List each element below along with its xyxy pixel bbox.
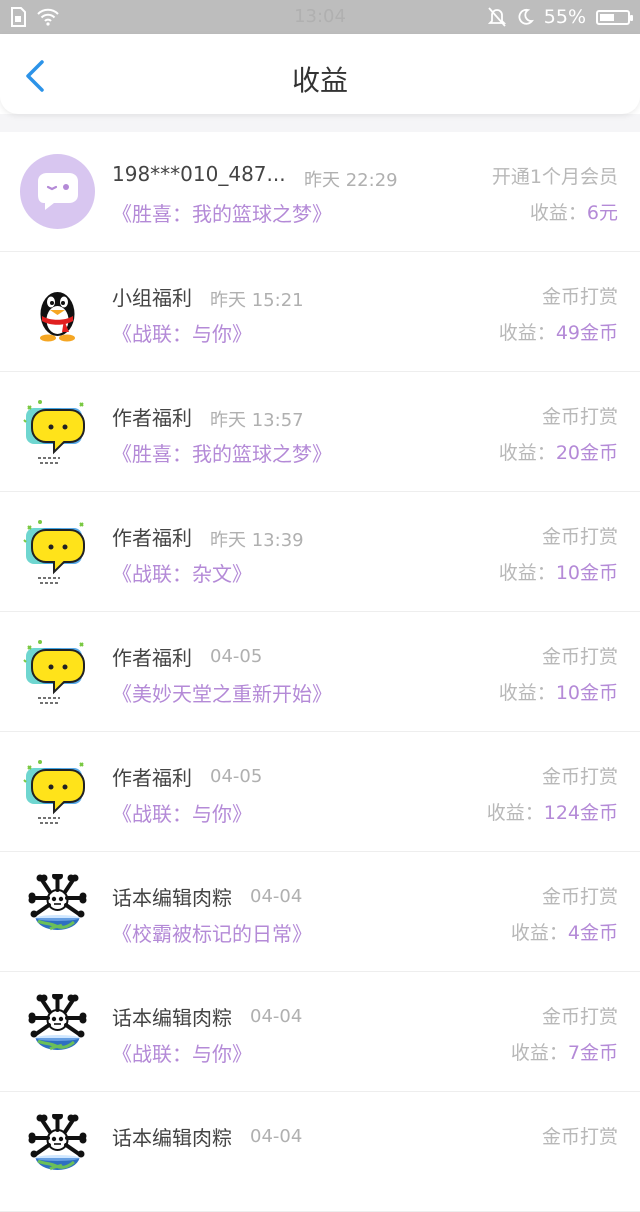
sender-name: 作者福利: [112, 526, 192, 550]
book-title-link[interactable]: 《胜喜：我的篮球之梦》: [112, 198, 332, 227]
item-time: 昨天 15:21: [210, 290, 304, 311]
status-right-icons: 55%: [487, 6, 633, 28]
earning-type: 金币打赏: [541, 646, 618, 668]
earning-label: 收益：: [498, 562, 556, 584]
book-title-link[interactable]: 《战联：杂文》: [112, 558, 252, 587]
earning-label: 收益：: [498, 682, 556, 704]
earning-amount: 收益：7金币: [511, 1038, 618, 1065]
earning-label: 收益：: [510, 922, 568, 944]
book-title-link[interactable]: 《美妙天堂之重新开始》: [112, 678, 332, 707]
list-item[interactable]: 作者福利 昨天 13:57 《胜喜：我的篮球之梦》 金币打赏收益：20金币: [0, 372, 640, 492]
mute-bell-icon: [487, 7, 506, 27]
earning-value: 20金币: [555, 442, 618, 464]
list-item[interactable]: 话本编辑肉粽 04-04 金币打赏: [0, 1092, 640, 1212]
earning-amount: 收益：6元: [530, 198, 618, 225]
earning-value: 10金币: [555, 562, 618, 584]
earning-value: 6元: [586, 202, 618, 224]
book-title-link[interactable]: 《胜喜：我的篮球之梦》: [112, 438, 332, 467]
book-title-link[interactable]: 《战联：与你》: [112, 1038, 252, 1067]
sender-name: 话本编辑肉粽: [112, 1126, 232, 1150]
battery-percent: 55%: [543, 6, 586, 28]
book-title-link[interactable]: 《校霸被标记的日常》: [112, 918, 312, 947]
earning-type: 金币打赏: [541, 886, 618, 908]
battery-icon: [596, 9, 633, 25]
earning-value: 49金币: [555, 322, 618, 344]
item-time: 昨天 13:39: [210, 530, 304, 551]
book-title-link[interactable]: 《战联：与你》: [112, 798, 252, 827]
item-time: 昨天 13:57: [210, 410, 304, 431]
list-item[interactable]: 话本编辑肉粽 04-04 《校霸被标记的日常》 金币打赏收益：4金币: [0, 852, 640, 972]
earning-type: 金币打赏: [541, 766, 618, 788]
yellow-chat-icon: [20, 394, 95, 469]
page-title: 收益: [291, 64, 348, 97]
earning-label: 收益：: [510, 1042, 568, 1064]
earning-amount: 收益：10金币: [499, 558, 618, 585]
earning-type: 开通1个月会员: [491, 166, 618, 188]
moon-icon: [518, 8, 534, 25]
earning-value: 7金币: [567, 1042, 618, 1064]
status-bar: 13:04 55%: [0, 0, 640, 34]
sender-name: 话本编辑肉粽: [112, 886, 232, 910]
earning-type: 金币打赏: [541, 286, 618, 308]
yellow-chat-icon: [20, 754, 95, 829]
earning-label: 收益：: [498, 442, 556, 464]
sender-name: 话本编辑肉粽: [112, 1006, 232, 1030]
list-item[interactable]: 作者福利 昨天 13:39 《战联：杂文》 金币打赏收益：10金币: [0, 492, 640, 612]
earning-amount: 收益：49金币: [499, 318, 618, 345]
earth-panda-icon: [20, 1114, 95, 1189]
earning-amount: 收益：4金币: [511, 918, 618, 945]
earth-panda-icon: [20, 994, 95, 1069]
earning-type: 金币打赏: [541, 1006, 618, 1028]
earning-type: 金币打赏: [541, 526, 618, 548]
earning-value: 10金币: [555, 682, 618, 704]
sender-name: 作者福利: [112, 646, 192, 670]
earning-type: 金币打赏: [541, 1126, 618, 1148]
header-separator: [0, 114, 640, 132]
nav-header: 收益: [0, 34, 640, 114]
earning-amount: 收益：20金币: [499, 438, 618, 465]
list-item[interactable]: 198***010_487... 昨天 22:29 《胜喜：我的篮球之梦》 开通1个月…: [0, 132, 640, 252]
book-title-link[interactable]: 《战联：与你》: [112, 318, 252, 347]
item-time: 04-05: [210, 766, 263, 787]
item-time: 昨天 22:29: [304, 170, 398, 191]
list-item[interactable]: 作者福利 04-05 《美妙天堂之重新开始》 金币打赏收益：10金币: [0, 612, 640, 732]
sender-name: 作者福利: [112, 406, 192, 430]
earning-label: 收益：: [486, 802, 544, 824]
earning-type: 金币打赏: [541, 406, 618, 428]
sender-name: 小组福利: [112, 286, 192, 310]
list-item[interactable]: 作者福利 04-05 《战联：与你》 金币打赏收益：124金币: [0, 732, 640, 852]
qq-penguin-icon: [20, 274, 95, 349]
item-time: 04-04: [250, 1126, 303, 1147]
list-item[interactable]: 小组福利 昨天 15:21 《战联：与你》 金币打赏收益：49金币: [0, 252, 640, 372]
wechat-bubble-icon: [20, 154, 95, 229]
yellow-chat-icon: [20, 634, 95, 709]
earning-amount: 收益：124金币: [487, 798, 618, 825]
item-time: 04-04: [250, 1006, 303, 1027]
sender-name: 作者福利: [112, 766, 192, 790]
earning-label: 收益：: [529, 202, 587, 224]
item-time: 04-04: [250, 886, 303, 907]
yellow-chat-icon: [20, 514, 95, 589]
earning-value: 124金币: [543, 802, 618, 824]
earth-panda-icon: [20, 874, 95, 949]
item-time: 04-05: [210, 646, 263, 667]
earning-amount: 收益：10金币: [499, 678, 618, 705]
earnings-list: 198***010_487... 昨天 22:29 《胜喜：我的篮球之梦》 开通1个月…: [0, 132, 640, 1212]
sender-name: 198***010_487...: [112, 162, 286, 186]
earning-value: 4金币: [567, 922, 618, 944]
earning-label: 收益：: [498, 322, 556, 344]
list-item[interactable]: 话本编辑肉粽 04-04 《战联：与你》 金币打赏收益：7金币: [0, 972, 640, 1092]
